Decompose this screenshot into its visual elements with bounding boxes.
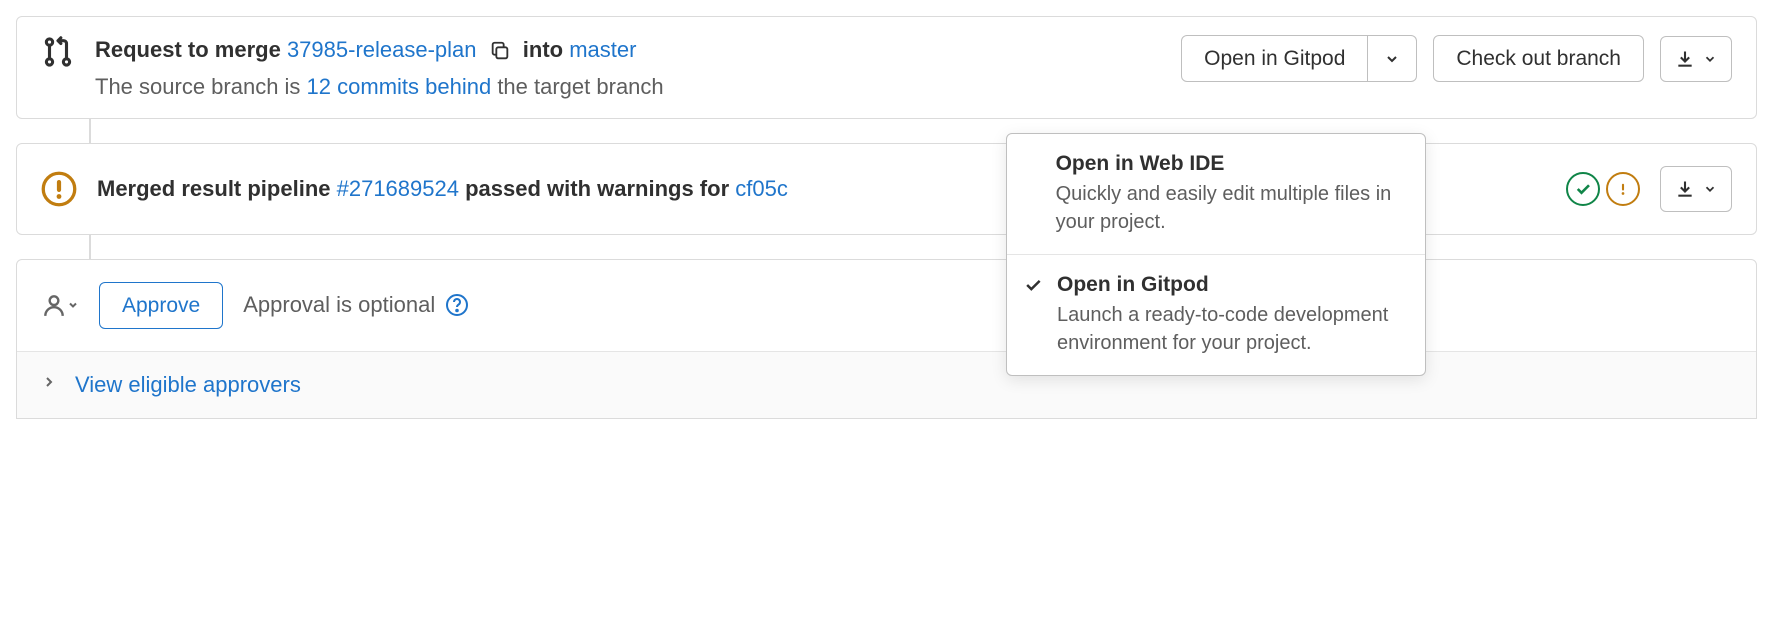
target-branch-link[interactable]: master (569, 37, 636, 62)
dropdown-item-title: Open in Web IDE (1056, 152, 1405, 176)
merge-actions: Open in Gitpod Check out branch (1181, 35, 1732, 82)
dropdown-item-desc: Launch a ready-to-code development envir… (1057, 301, 1405, 357)
approval-bottom[interactable]: View eligible approvers (17, 351, 1756, 418)
merge-content: Request to merge 37985-release-plan into… (95, 35, 1161, 100)
commit-sha-link[interactable]: cf05c (735, 176, 788, 201)
pipeline-card: Merged result pipeline #271689524 passed… (16, 143, 1757, 235)
merge-prefix: Request to merge (95, 37, 287, 62)
commits-behind-link[interactable]: 12 commits behind (307, 74, 492, 99)
approval-card: Approve Approval is optional View eligib… (16, 259, 1757, 419)
help-icon[interactable] (445, 293, 469, 317)
approvers-icon[interactable] (41, 292, 79, 318)
approval-optional-text: Approval is optional (243, 292, 469, 318)
pipeline-middle: passed with warnings for (459, 176, 735, 201)
dropdown-item-title: Open in Gitpod (1057, 273, 1405, 297)
pipeline-status-icon (41, 171, 77, 207)
eligible-approvers-link[interactable]: View eligible approvers (75, 372, 301, 398)
merge-subtitle: The source branch is 12 commits behind t… (95, 74, 1161, 100)
pipeline-status-icons (1566, 172, 1640, 206)
subtitle-before: The source branch is (95, 74, 307, 99)
merge-request-card: Request to merge 37985-release-plan into… (16, 16, 1757, 119)
dropdown-item-gitpod[interactable]: Open in Gitpod Launch a ready-to-code de… (1007, 255, 1425, 375)
download-button[interactable] (1660, 36, 1732, 82)
merge-title: Request to merge 37985-release-plan into… (95, 35, 1161, 66)
approve-button[interactable]: Approve (99, 282, 223, 329)
chevron-down-icon (1703, 182, 1717, 196)
subtitle-after: the target branch (491, 74, 663, 99)
status-warning-icon[interactable] (1606, 172, 1640, 206)
download-icon (1675, 179, 1695, 199)
open-dropdown-menu: Open in Web IDE Quickly and easily edit … (1006, 133, 1426, 376)
pipeline-text: Merged result pipeline #271689524 passed… (97, 176, 788, 202)
status-success-icon[interactable] (1566, 172, 1600, 206)
copy-branch-icon[interactable] (489, 40, 511, 62)
chevron-down-icon (1703, 52, 1717, 66)
open-dropdown-toggle[interactable] (1368, 35, 1417, 82)
pipeline-prefix: Merged result pipeline (97, 176, 337, 201)
merge-request-icon (41, 35, 75, 69)
download-icon (1675, 49, 1695, 69)
approval-top: Approve Approval is optional (17, 260, 1756, 351)
check-column (1023, 152, 1042, 236)
connector-line (89, 119, 91, 143)
chevron-right-icon (41, 373, 57, 396)
pipeline-download-button[interactable] (1660, 166, 1732, 212)
open-in-gitpod-button[interactable]: Open in Gitpod (1181, 35, 1368, 82)
open-btn-group: Open in Gitpod (1181, 35, 1417, 82)
check-icon (1023, 275, 1043, 295)
dropdown-item-desc: Quickly and easily edit multiple files i… (1056, 180, 1405, 236)
chevron-down-icon (1384, 51, 1400, 67)
dropdown-item-web-ide[interactable]: Open in Web IDE Quickly and easily edit … (1007, 134, 1425, 255)
connector-line (89, 235, 91, 259)
into-text: into (523, 37, 569, 62)
check-column (1023, 273, 1043, 357)
approval-optional-label: Approval is optional (243, 292, 435, 318)
checkout-branch-button[interactable]: Check out branch (1433, 35, 1644, 82)
pipeline-id-link[interactable]: #271689524 (337, 176, 459, 201)
source-branch-link[interactable]: 37985-release-plan (287, 37, 477, 62)
